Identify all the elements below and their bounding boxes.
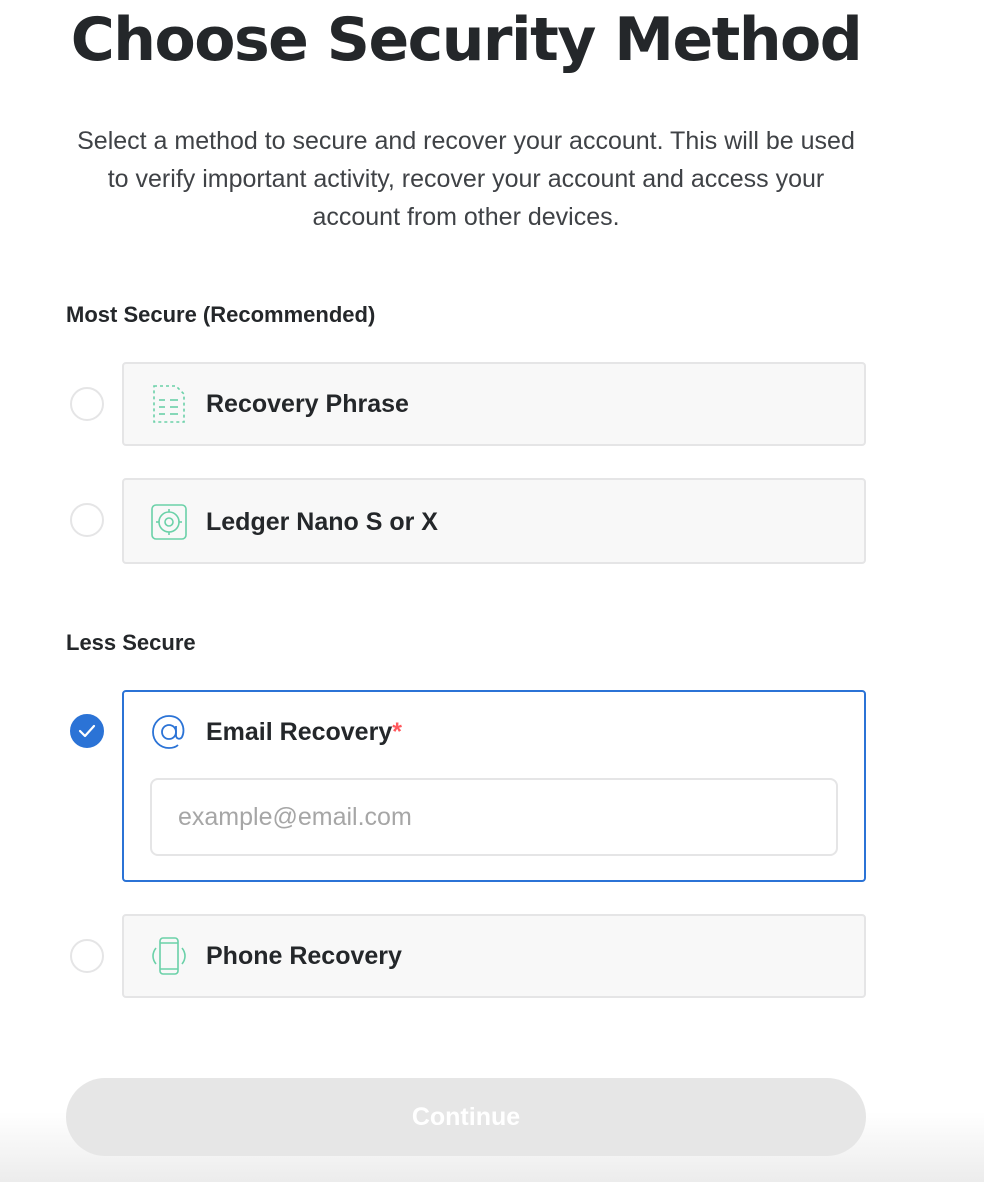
at-sign-icon: [150, 713, 188, 751]
radio-phone-recovery[interactable]: [70, 939, 104, 973]
option-label: Recovery Phrase: [206, 389, 409, 418]
page-title: Choose Security Method: [70, 5, 863, 75]
option-ledger[interactable]: Ledger Nano S or X: [122, 478, 866, 564]
email-field[interactable]: [150, 778, 838, 856]
page-description: Select a method to secure and recover yo…: [77, 127, 855, 231]
option-label: Phone Recovery: [206, 941, 402, 970]
document-icon: [150, 385, 188, 423]
checkmark-icon: [78, 724, 96, 738]
required-mark: *: [392, 717, 402, 746]
radio-ledger[interactable]: [70, 503, 104, 537]
radio-recovery-phrase[interactable]: [70, 387, 104, 421]
continue-button[interactable]: Continue: [66, 1078, 866, 1156]
radio-email-recovery[interactable]: [70, 714, 104, 748]
section-heading-less-secure: Less Secure: [66, 630, 196, 655]
ledger-icon: [150, 503, 188, 541]
option-email-recovery[interactable]: Email Recovery *: [122, 690, 866, 882]
option-label: Email Recovery: [206, 717, 393, 746]
phone-icon: [150, 937, 188, 975]
option-phone-recovery[interactable]: Phone Recovery: [122, 914, 866, 998]
option-recovery-phrase[interactable]: Recovery Phrase: [122, 362, 866, 446]
option-label: Ledger Nano S or X: [206, 507, 438, 536]
section-heading-most-secure: Most Secure (Recommended): [66, 302, 376, 327]
